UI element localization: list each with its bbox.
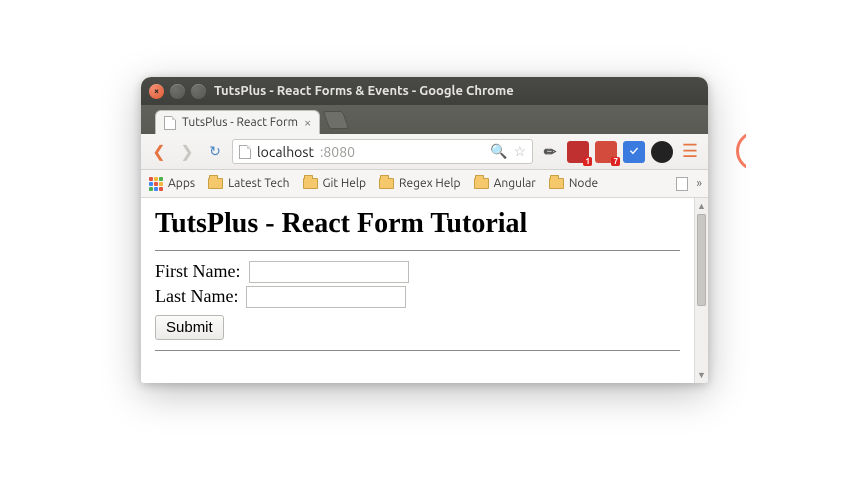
window-maximize-button[interactable] (191, 84, 206, 99)
first-name-row: First Name: (155, 261, 680, 283)
folder-icon (208, 178, 223, 189)
apps-label: Apps (168, 177, 195, 190)
extension-red-2[interactable]: 7 (595, 141, 617, 163)
extension-red-2-badge: 7 (611, 157, 620, 166)
tab-label: TutsPlus - React Form (182, 116, 298, 129)
bookmarks-bar: Apps Latest Tech Git Help Regex Help Ang… (141, 170, 708, 198)
new-tab-button[interactable] (323, 111, 350, 129)
page-content: TutsPlus - React Form Tutorial First Nam… (141, 198, 694, 383)
back-button[interactable]: ❮ (148, 141, 170, 163)
last-name-row: Last Name: (155, 286, 680, 308)
bookmark-label: Latest Tech (228, 177, 289, 190)
extension-eyedropper-icon[interactable]: ✏ (539, 141, 561, 163)
first-name-input[interactable] (249, 261, 409, 283)
vertical-scrollbar[interactable]: ▲ ▼ (694, 198, 708, 383)
bookmark-folder-latest-tech[interactable]: Latest Tech (208, 177, 289, 190)
bookmark-label: Angular (494, 177, 536, 190)
reload-button[interactable]: ↻ (204, 141, 226, 163)
bookmark-label: Node (569, 177, 598, 190)
window-close-button[interactable]: × (149, 84, 164, 99)
scroll-up-button[interactable]: ▲ (695, 198, 708, 214)
divider (155, 350, 680, 351)
bookmark-folder-git-help[interactable]: Git Help (303, 177, 367, 190)
window-controls: × (149, 84, 206, 99)
bookmark-label: Regex Help (399, 177, 461, 190)
forward-button[interactable]: ❯ (176, 141, 198, 163)
folder-icon (474, 178, 489, 189)
address-host: localhost (257, 144, 314, 160)
extension-dark[interactable] (651, 141, 673, 163)
address-bar[interactable]: localhost :8080 🔍 ☆ (232, 139, 533, 164)
folder-icon (379, 178, 394, 189)
page-viewport: TutsPlus - React Form Tutorial First Nam… (141, 198, 708, 383)
extension-red-1-badge: 1 (583, 157, 592, 166)
tab-close-icon[interactable]: × (304, 116, 311, 130)
folder-icon (549, 178, 564, 189)
extension-blue[interactable]: ✓ (623, 141, 645, 163)
tab-strip: TutsPlus - React Form × (141, 105, 708, 134)
extension-red-1[interactable]: 1 (567, 141, 589, 163)
bookmark-folder-node[interactable]: Node (549, 177, 598, 190)
bookmarks-overflow-button[interactable]: » (696, 177, 700, 190)
browser-window: × TutsPlus - React Forms & Events - Goog… (141, 77, 708, 383)
bookmark-folder-regex-help[interactable]: Regex Help (379, 177, 461, 190)
folder-icon (303, 178, 318, 189)
window-minimize-button[interactable] (170, 84, 185, 99)
apps-button[interactable]: Apps (149, 177, 195, 191)
submit-button[interactable]: Submit (155, 315, 224, 340)
bookmark-star-icon[interactable]: ☆ (513, 143, 526, 160)
scroll-thumb[interactable] (697, 214, 706, 306)
annotation-arc (736, 131, 776, 171)
tab-favicon-icon (164, 116, 176, 130)
tab-active[interactable]: TutsPlus - React Form × (155, 110, 320, 134)
site-info-icon[interactable] (239, 145, 251, 159)
scroll-down-button[interactable]: ▼ (695, 367, 708, 383)
browser-toolbar: ❮ ❯ ↻ localhost :8080 🔍 ☆ ✏ 1 7 ✓ ☰ (141, 134, 708, 170)
bookmark-folder-angular[interactable]: Angular (474, 177, 536, 190)
extension-blue-glyph: ✓ (630, 145, 638, 158)
first-name-label: First Name: (155, 261, 241, 281)
bookmark-label: Git Help (323, 177, 367, 190)
last-name-label: Last Name: (155, 286, 238, 306)
apps-grid-icon (149, 177, 163, 191)
zoom-icon[interactable]: 🔍 (490, 143, 507, 160)
divider (155, 250, 680, 251)
address-port: :8080 (320, 144, 355, 160)
chrome-menu-icon[interactable]: ☰ (679, 141, 701, 162)
bookmarks-overflow: » (676, 177, 700, 191)
scroll-track[interactable] (695, 214, 708, 367)
window-title: TutsPlus - React Forms & Events - Google… (214, 84, 514, 98)
omnibox-right: 🔍 ☆ (490, 143, 526, 160)
page-heading: TutsPlus - React Form Tutorial (155, 208, 680, 240)
bookmark-page-icon[interactable] (676, 177, 688, 191)
window-titlebar: × TutsPlus - React Forms & Events - Goog… (141, 77, 708, 105)
last-name-input[interactable] (246, 286, 406, 308)
